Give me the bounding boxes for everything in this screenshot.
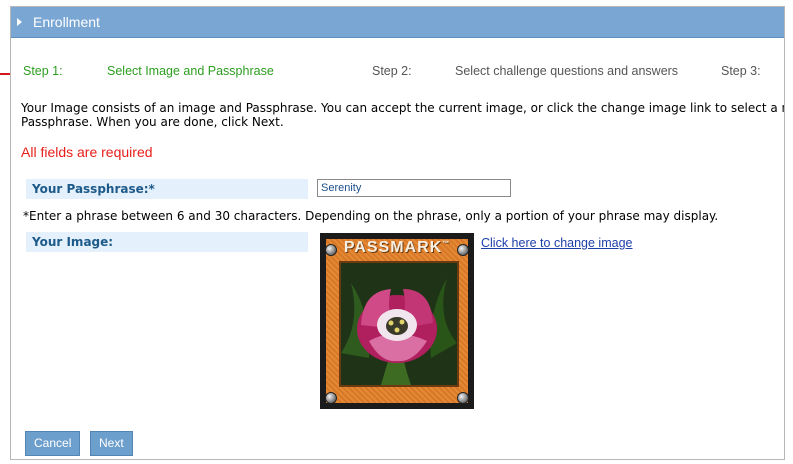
passmark-image: PASSMARK™ xyxy=(320,233,474,409)
enrollment-header[interactable]: Enrollment xyxy=(11,7,784,38)
enrollment-panel: Enrollment Step 1: Select Image and Pass… xyxy=(10,6,785,460)
step-2-text: Select challenge questions and answers xyxy=(455,64,679,78)
bolt-icon xyxy=(325,244,337,256)
tulip-icon xyxy=(341,263,457,385)
step-1-label: Step 1: xyxy=(23,64,63,78)
cancel-button[interactable]: Cancel xyxy=(25,431,81,456)
expand-triangle-icon xyxy=(17,18,22,26)
bolt-icon xyxy=(457,244,469,256)
step-1-text: Select Image and Passphrase xyxy=(107,64,274,78)
bolt-icon xyxy=(325,392,337,404)
header-title: Enrollment xyxy=(33,14,100,30)
passmark-brand: PASSMARK™ xyxy=(343,239,451,256)
next-button[interactable]: Next xyxy=(90,431,133,456)
step-2-label: Step 2: xyxy=(372,64,412,78)
passphrase-label: Your Passphrase:* xyxy=(26,179,308,199)
bolt-icon xyxy=(457,392,469,404)
passphrase-input[interactable] xyxy=(317,179,511,197)
required-fields-notice: All fields are required xyxy=(21,144,153,160)
passphrase-hint: *Enter a phrase between 6 and 30 charact… xyxy=(23,209,719,223)
step-3-label: Step 3: xyxy=(721,64,761,78)
tulip-photo xyxy=(339,261,459,387)
image-label: Your Image: xyxy=(26,232,308,252)
instructions-text: Your Image consists of an image and Pass… xyxy=(21,101,784,129)
change-image-link[interactable]: Click here to change image xyxy=(481,236,632,250)
